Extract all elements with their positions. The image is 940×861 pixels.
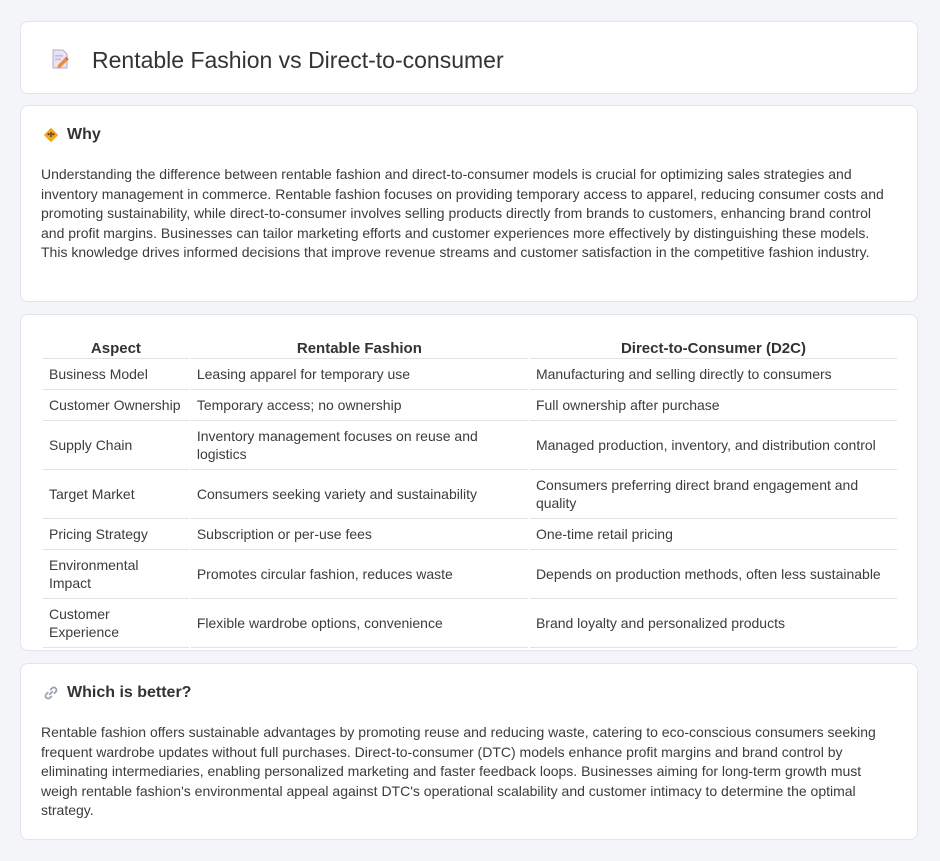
page-title: Rentable Fashion vs Direct-to-consumer	[92, 47, 504, 73]
cell-d2c: Depends on production methods, often les…	[529, 550, 897, 599]
pencil-document-icon	[49, 48, 71, 70]
header-d2c: Direct-to-Consumer (D2C)	[529, 335, 897, 359]
table-row: Business Model Leasing apparel for tempo…	[43, 359, 897, 390]
why-heading-row: Why	[43, 126, 101, 144]
cell-d2c: Full ownership after purchase	[529, 390, 897, 421]
better-heading-row: Which is better?	[43, 684, 191, 702]
cell-d2c: Manufacturing and selling directly to co…	[529, 359, 897, 390]
cell-aspect: Environmental Impact	[43, 550, 189, 599]
cell-d2c: Consumers preferring direct brand engage…	[529, 470, 897, 519]
title-card: Rentable Fashion vs Direct-to-consumer	[20, 21, 918, 94]
cell-rentable: Inventory management focuses on reuse an…	[190, 421, 528, 470]
why-paragraph: Understanding the difference between ren…	[41, 166, 884, 260]
cell-aspect: Supply Chain	[43, 421, 189, 470]
lightbulb-icon	[43, 127, 59, 143]
table-row: Environmental Impact Promotes circular f…	[43, 550, 897, 599]
table-row: Target Market Consumers seeking variety …	[43, 470, 897, 519]
cell-rentable: Leasing apparel for temporary use	[190, 359, 528, 390]
cell-aspect: Target Market	[43, 470, 189, 519]
cell-d2c: Brand loyalty and personalized products	[529, 599, 897, 648]
header-rentable: Rentable Fashion	[190, 335, 528, 359]
cell-rentable: Promotes circular fashion, reduces waste	[190, 550, 528, 599]
table-row: Customer Experience Flexible wardrobe op…	[43, 599, 897, 648]
why-section: Why Understanding the difference between…	[20, 105, 918, 302]
why-heading: Why	[67, 126, 101, 143]
table-row: Supply Chain Inventory management focuse…	[43, 421, 897, 470]
cell-aspect: Business Model	[43, 359, 189, 390]
cell-aspect: Customer Ownership	[43, 390, 189, 421]
cell-rentable: Flexible wardrobe options, convenience	[190, 599, 528, 648]
better-heading: Which is better?	[67, 684, 192, 701]
comparison-table: Aspect Rentable Fashion Direct-to-Consum…	[41, 335, 899, 648]
table-row: Pricing Strategy Subscription or per-use…	[43, 519, 897, 550]
cell-rentable: Temporary access; no ownership	[190, 390, 528, 421]
cell-aspect: Pricing Strategy	[43, 519, 189, 550]
cell-d2c: One-time retail pricing	[529, 519, 897, 550]
link-icon	[43, 685, 59, 701]
cell-aspect: Customer Experience	[43, 599, 189, 648]
better-paragraph: Rentable fashion offers sustainable adva…	[41, 724, 876, 818]
cell-d2c: Managed production, inventory, and distr…	[529, 421, 897, 470]
table-header-row: Aspect Rentable Fashion Direct-to-Consum…	[43, 335, 897, 359]
table-row: Customer Ownership Temporary access; no …	[43, 390, 897, 421]
which-is-better-section: Which is better? Rentable fashion offers…	[20, 663, 918, 840]
header-aspect: Aspect	[43, 335, 189, 359]
cell-rentable: Consumers seeking variety and sustainabi…	[190, 470, 528, 519]
comparison-section: Aspect Rentable Fashion Direct-to-Consum…	[20, 314, 918, 651]
cell-rentable: Subscription or per-use fees	[190, 519, 528, 550]
